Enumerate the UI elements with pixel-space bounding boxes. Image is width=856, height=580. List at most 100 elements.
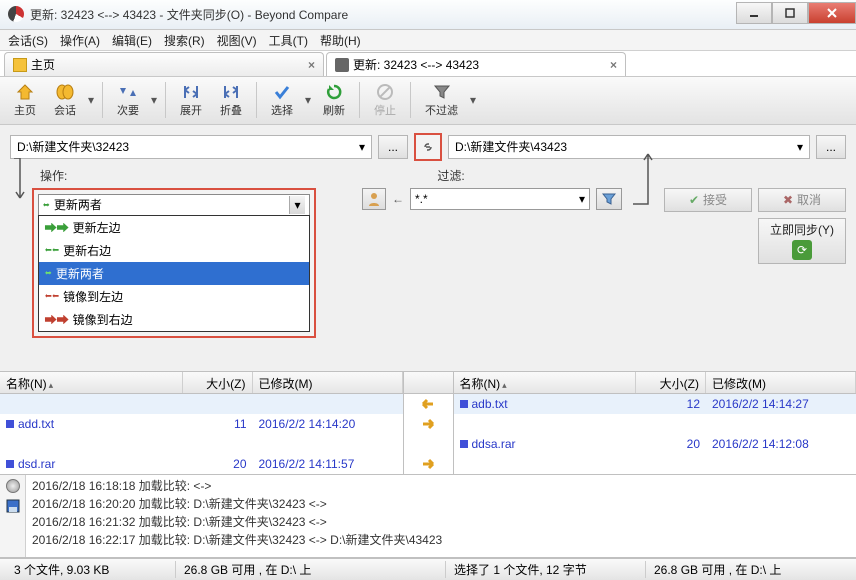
- ops-option[interactable]: ⮕⮕更新左边: [39, 216, 309, 239]
- maximize-button[interactable]: [772, 2, 808, 24]
- col-name[interactable]: 名称(N)▴: [0, 372, 183, 393]
- ops-selected: 更新两者: [54, 196, 102, 213]
- filter-label: 过滤:: [437, 167, 464, 184]
- ops-option-selected[interactable]: ⬌更新两者: [39, 262, 309, 285]
- chevron-down-icon[interactable]: ▾: [289, 196, 305, 214]
- arrow-right-icon: ⮕⮕: [45, 219, 69, 236]
- save-icon[interactable]: [6, 499, 20, 513]
- left-browse-button[interactable]: ...: [378, 135, 408, 159]
- double-arrow-icon: ⬌: [43, 198, 50, 212]
- accept-button[interactable]: ✔接受: [664, 188, 752, 212]
- ops-option[interactable]: ⮕⮕镜像到右边: [39, 308, 309, 331]
- chevron-down-icon[interactable]: ▾: [359, 140, 365, 154]
- arrow-left-icon: [404, 394, 453, 414]
- tab-close-icon[interactable]: ×: [610, 58, 617, 72]
- tab-close-icon[interactable]: ×: [308, 58, 315, 72]
- table-row[interactable]: ddsa.rar202016/2/2 14:12:08: [454, 434, 856, 454]
- col-modified[interactable]: 已修改(M): [706, 372, 856, 393]
- toolbar-select[interactable]: 选择: [263, 80, 301, 120]
- status-right-disk: 26.8 GB 可用 , 在 D:\ 上: [646, 561, 850, 578]
- tab-strip: 主页 × 更新: 32423 <--> 43423 ×: [0, 51, 856, 77]
- ops-label: 操作:: [40, 167, 67, 184]
- sync-session-icon: [335, 58, 349, 72]
- close-button[interactable]: [808, 2, 856, 24]
- toolbar-home[interactable]: 主页: [6, 80, 44, 120]
- right-browse-button[interactable]: ...: [816, 135, 846, 159]
- ops-option[interactable]: ⬅⬅镜像到左边: [39, 285, 309, 308]
- left-path-input[interactable]: D:\新建文件夹\32423▾: [10, 135, 372, 159]
- cancel-button[interactable]: ✖取消: [758, 188, 846, 212]
- link-icon: [420, 139, 436, 155]
- filter-input[interactable]: *.*▾: [410, 188, 590, 210]
- minimize-button[interactable]: [736, 2, 772, 24]
- session-dropdown-caret[interactable]: ▾: [86, 93, 96, 107]
- sync-label: 立即同步(Y): [770, 221, 834, 238]
- mirror-left-icon: ⬅⬅: [45, 289, 59, 303]
- title-bar: 更新: 32423 <--> 43423 - 文件夹同步(O) - Beyond…: [0, 0, 856, 30]
- toolbar-session[interactable]: 会话: [46, 80, 84, 120]
- menu-edit[interactable]: 编辑(E): [112, 32, 152, 49]
- table-row[interactable]: add.txt112016/2/2 14:14:20: [0, 414, 403, 434]
- select-icon: [272, 82, 292, 102]
- session-icon: [55, 82, 75, 102]
- toolbar-collapse[interactable]: 折叠: [212, 80, 250, 120]
- ops-option[interactable]: ⬅⬅更新右边: [39, 239, 309, 262]
- menu-session[interactable]: 会话(S): [8, 32, 48, 49]
- menu-help[interactable]: 帮助(H): [320, 32, 361, 49]
- nofilter-dropdown-caret[interactable]: ▾: [468, 93, 478, 107]
- person-filter-button[interactable]: [362, 188, 386, 210]
- col-size[interactable]: 大小(Z): [636, 372, 706, 393]
- status-left-files: 3 个文件, 9.03 KB: [6, 561, 176, 578]
- chevron-down-icon[interactable]: ▾: [579, 192, 585, 206]
- toolbar-nofilter[interactable]: 不过滤: [417, 80, 466, 120]
- menu-view[interactable]: 视图(V): [217, 32, 257, 49]
- secondary-dropdown-caret[interactable]: ▾: [149, 93, 159, 107]
- menu-search[interactable]: 搜索(R): [164, 32, 205, 49]
- tab-active[interactable]: 更新: 32423 <--> 43423 ×: [326, 52, 626, 76]
- status-left-disk: 26.8 GB 可用 , 在 D:\ 上: [176, 561, 446, 578]
- table-row[interactable]: [454, 454, 856, 474]
- ops-combo[interactable]: ⬌ 更新两者 ▾: [38, 194, 310, 216]
- right-pane: 名称(N)▴ 大小(Z) 已修改(M) adb.txt122016/2/2 14…: [454, 372, 856, 474]
- log-pane: 2016/2/18 16:18:18 加载比较: <-> 2016/2/18 1…: [0, 475, 856, 558]
- chevron-down-icon[interactable]: ▾: [797, 140, 803, 154]
- table-row[interactable]: dsd.rar202016/2/2 14:11:57: [0, 454, 403, 474]
- app-icon: [8, 6, 24, 22]
- filter-area: ← *.*▾: [362, 188, 658, 210]
- menu-actions[interactable]: 操作(A): [60, 32, 100, 49]
- window-title: 更新: 32423 <--> 43423 - 文件夹同步(O) - Beyond…: [30, 6, 348, 23]
- table-row[interactable]: [0, 434, 403, 454]
- tab-home[interactable]: 主页 ×: [4, 52, 324, 76]
- left-pane: 名称(N)▴ 大小(Z) 已修改(M) add.txt112016/2/2 14…: [0, 372, 404, 474]
- col-modified[interactable]: 已修改(M): [253, 372, 403, 393]
- main-toolbar: 主页 会话 ▾ 次要 ▾ 展开 折叠 选择 ▾ 刷新 停止 不过滤 ▾: [0, 77, 856, 124]
- funnel-icon: [602, 192, 616, 206]
- toolbar-refresh[interactable]: 刷新: [315, 80, 353, 120]
- menu-tools[interactable]: 工具(T): [269, 32, 308, 49]
- log-line: 2016/2/18 16:21:32 加载比较: D:\新建文件夹\32423 …: [32, 513, 850, 531]
- status-selection: 选择了 1 个文件, 12 字节: [446, 561, 646, 578]
- toolbar-secondary[interactable]: 次要: [109, 80, 147, 120]
- disc-icon[interactable]: [6, 479, 20, 493]
- arrow-right-icon: [404, 414, 453, 434]
- link-paths-button[interactable]: [414, 133, 442, 161]
- log-line: 2016/2/18 16:18:18 加载比较: <->: [32, 477, 850, 495]
- x-icon: ✖: [783, 193, 793, 207]
- toolbar-stop: 停止: [366, 80, 404, 120]
- collapse-icon: [221, 82, 241, 102]
- col-size[interactable]: 大小(Z): [183, 372, 253, 393]
- connector-arrow-icon: [10, 158, 30, 208]
- ops-row: ⬌更新两者 ▾ ⮕⮕更新左边 ⬅⬅更新右边 ⬌更新两者 ⬅⬅镜像到左边 ⮕⮕镜像…: [0, 188, 856, 344]
- table-row[interactable]: [0, 394, 403, 414]
- toolbar-expand[interactable]: 展开: [172, 80, 210, 120]
- table-header: 名称(N)▴ 大小(Z) 已修改(M): [454, 372, 856, 394]
- apply-filter-button[interactable]: [596, 188, 622, 210]
- double-arrow-icon: ⬌: [45, 266, 52, 280]
- sync-now-button[interactable]: 立即同步(Y) ⟳: [758, 218, 846, 264]
- status-bar: 3 个文件, 9.03 KB 26.8 GB 可用 , 在 D:\ 上 选择了 …: [0, 558, 856, 580]
- table-row[interactable]: adb.txt122016/2/2 14:14:27: [454, 394, 856, 414]
- col-name[interactable]: 名称(N)▴: [454, 372, 637, 393]
- paths-row: D:\新建文件夹\32423▾ ... D:\新建文件夹\43423▾ ...: [0, 125, 856, 165]
- table-row[interactable]: [454, 414, 856, 434]
- select-dropdown-caret[interactable]: ▾: [303, 93, 313, 107]
